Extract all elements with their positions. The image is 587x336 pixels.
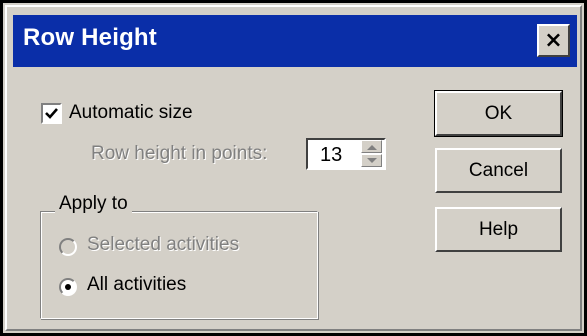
selected-activities-radio[interactable] <box>59 238 77 256</box>
all-activities-radio[interactable] <box>59 278 77 296</box>
arrow-up-icon <box>367 145 377 150</box>
automatic-size-label[interactable]: Automatic size <box>69 102 193 124</box>
row-height-label: Row height in points: <box>91 143 268 164</box>
automatic-size-checkbox[interactable] <box>41 103 62 124</box>
ok-button[interactable]: OK <box>434 90 563 137</box>
title-bar[interactable]: Row Height × <box>13 15 577 67</box>
help-button[interactable]: Help <box>435 207 562 252</box>
close-icon: × <box>544 27 563 53</box>
dialog-title: Row Height <box>23 24 157 51</box>
checkmark-icon <box>45 108 58 119</box>
close-button[interactable]: × <box>537 24 570 57</box>
cancel-button[interactable]: Cancel <box>435 148 562 193</box>
apply-to-group-label: Apply to <box>55 193 132 215</box>
row-height-spinner[interactable]: 13 <box>306 138 386 170</box>
apply-to-group <box>40 211 318 319</box>
all-activities-label[interactable]: All activities <box>87 274 186 296</box>
row-height-value[interactable]: 13 <box>320 144 342 167</box>
selected-activities-label: Selected activities <box>87 234 240 255</box>
spin-down-button[interactable] <box>361 154 382 167</box>
row-height-dialog: Row Height × Automatic size Row height i… <box>0 0 587 336</box>
spin-up-button[interactable] <box>361 140 382 153</box>
arrow-down-icon <box>367 158 377 163</box>
radio-selected-dot <box>65 284 71 290</box>
